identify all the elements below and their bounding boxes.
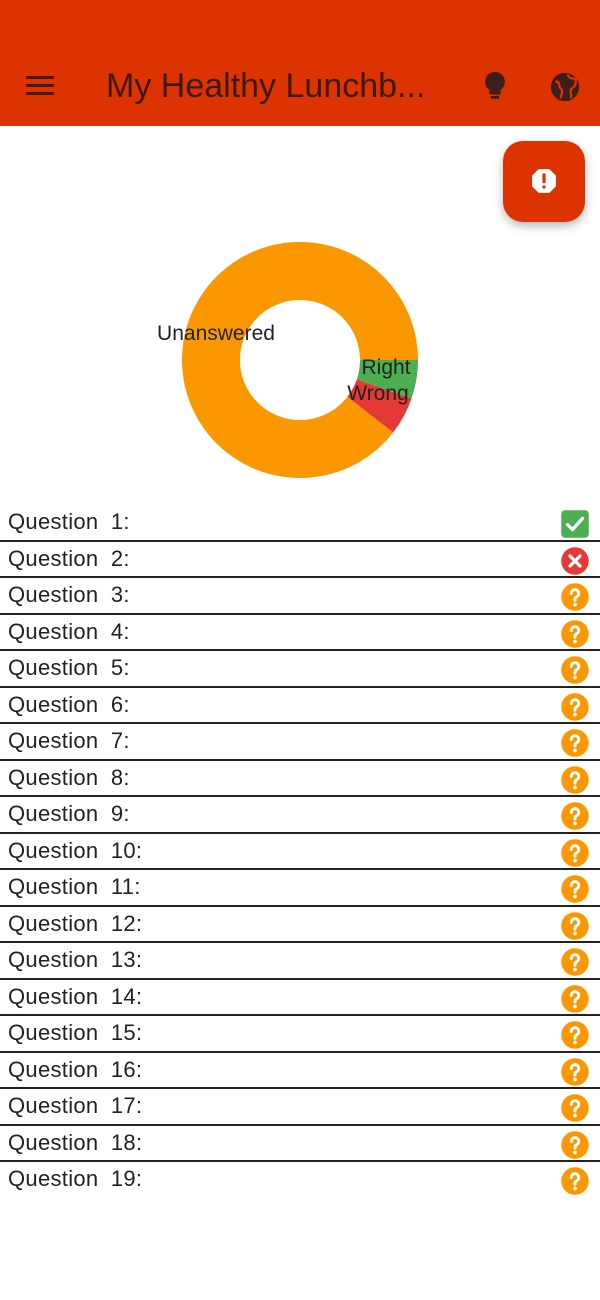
question-label: Question 16:	[8, 1056, 143, 1082]
help-circle-icon	[560, 765, 590, 795]
question-row[interactable]: Question 15:	[0, 1016, 600, 1053]
question-row[interactable]: Question 13:	[0, 943, 600, 980]
question-row[interactable]: Question 11:	[0, 870, 600, 907]
question-label: Question 13:	[8, 947, 143, 972]
question-label: Question 4:	[8, 618, 130, 644]
question-label: Question 5:	[8, 655, 130, 680]
app-bar: My Healthy Lunchb...	[0, 0, 600, 126]
report-fab-button[interactable]	[503, 141, 585, 222]
alert-octagon-icon	[532, 169, 556, 193]
question-row[interactable]: Question 12:	[0, 907, 600, 943]
help-circle-icon	[560, 984, 590, 1014]
question-row[interactable]: Question 5:	[0, 651, 600, 688]
question-row[interactable]: Question 18:	[0, 1126, 600, 1162]
question-row[interactable]: Question 8:	[0, 761, 600, 797]
slice-label-unanswered: Unanswered	[157, 322, 275, 345]
question-row[interactable]: Question 3:	[0, 578, 600, 615]
help-circle-icon	[560, 911, 590, 941]
help-circle-icon	[560, 838, 590, 868]
question-label: Question 14:	[8, 983, 143, 1009]
question-row[interactable]: Question 2:	[0, 542, 600, 578]
question-label: Question 7:	[8, 728, 130, 753]
slice-label-wrong: Wrong	[347, 382, 408, 405]
question-list: Question 1: Question 2: Question 3: Questio…	[0, 505, 600, 1199]
help-circle-icon	[560, 728, 590, 758]
question-label: Question 1:	[8, 509, 130, 534]
answers-donut-chart: Unanswered Right Wrong	[0, 220, 600, 500]
help-circle-icon	[560, 655, 590, 685]
question-row[interactable]: Question 1:	[0, 505, 600, 542]
question-row[interactable]: Question 6:	[0, 688, 600, 724]
question-label: Question 10:	[8, 837, 143, 863]
help-circle-icon	[560, 692, 590, 722]
slice-label-right: Right	[361, 356, 410, 379]
question-label: Question 19:	[8, 1166, 143, 1191]
question-row[interactable]: Question 16:	[0, 1053, 600, 1089]
help-circle-icon	[560, 619, 590, 649]
help-circle-icon	[560, 801, 590, 831]
question-row[interactable]: Question 4:	[0, 615, 600, 651]
question-label: Question 9:	[8, 801, 130, 826]
question-label: Question 2:	[8, 545, 130, 571]
cancel-circle-icon	[560, 546, 590, 576]
question-label: Question 18:	[8, 1129, 143, 1155]
help-circle-icon	[560, 1166, 590, 1196]
question-label: Question 12:	[8, 910, 143, 936]
help-circle-icon	[560, 874, 590, 904]
app-title: My Healthy Lunchb...	[106, 67, 426, 105]
question-label: Question 8:	[8, 764, 130, 790]
question-row[interactable]: Question 7:	[0, 724, 600, 761]
question-label: Question 3:	[8, 582, 130, 607]
help-circle-icon	[560, 1130, 590, 1160]
question-row[interactable]: Question 10:	[0, 834, 600, 870]
help-circle-icon	[560, 1020, 590, 1050]
question-label: Question 15:	[8, 1020, 143, 1045]
question-row[interactable]: Question 19:	[0, 1162, 600, 1199]
help-circle-icon	[560, 1057, 590, 1087]
help-circle-icon	[560, 947, 590, 977]
help-circle-icon	[560, 1093, 590, 1123]
check-box-icon	[560, 509, 590, 539]
help-circle-icon	[560, 582, 590, 612]
question-row[interactable]: Question 17:	[0, 1089, 600, 1126]
question-label: Question 11:	[8, 874, 141, 899]
lightbulb-icon[interactable]	[478, 68, 512, 104]
question-label: Question 17:	[8, 1093, 143, 1118]
question-row[interactable]: Question 9:	[0, 797, 600, 834]
menu-icon[interactable]	[26, 74, 56, 98]
question-label: Question 6:	[8, 691, 130, 717]
question-row[interactable]: Question 14:	[0, 980, 600, 1016]
globe-icon[interactable]	[548, 70, 582, 104]
